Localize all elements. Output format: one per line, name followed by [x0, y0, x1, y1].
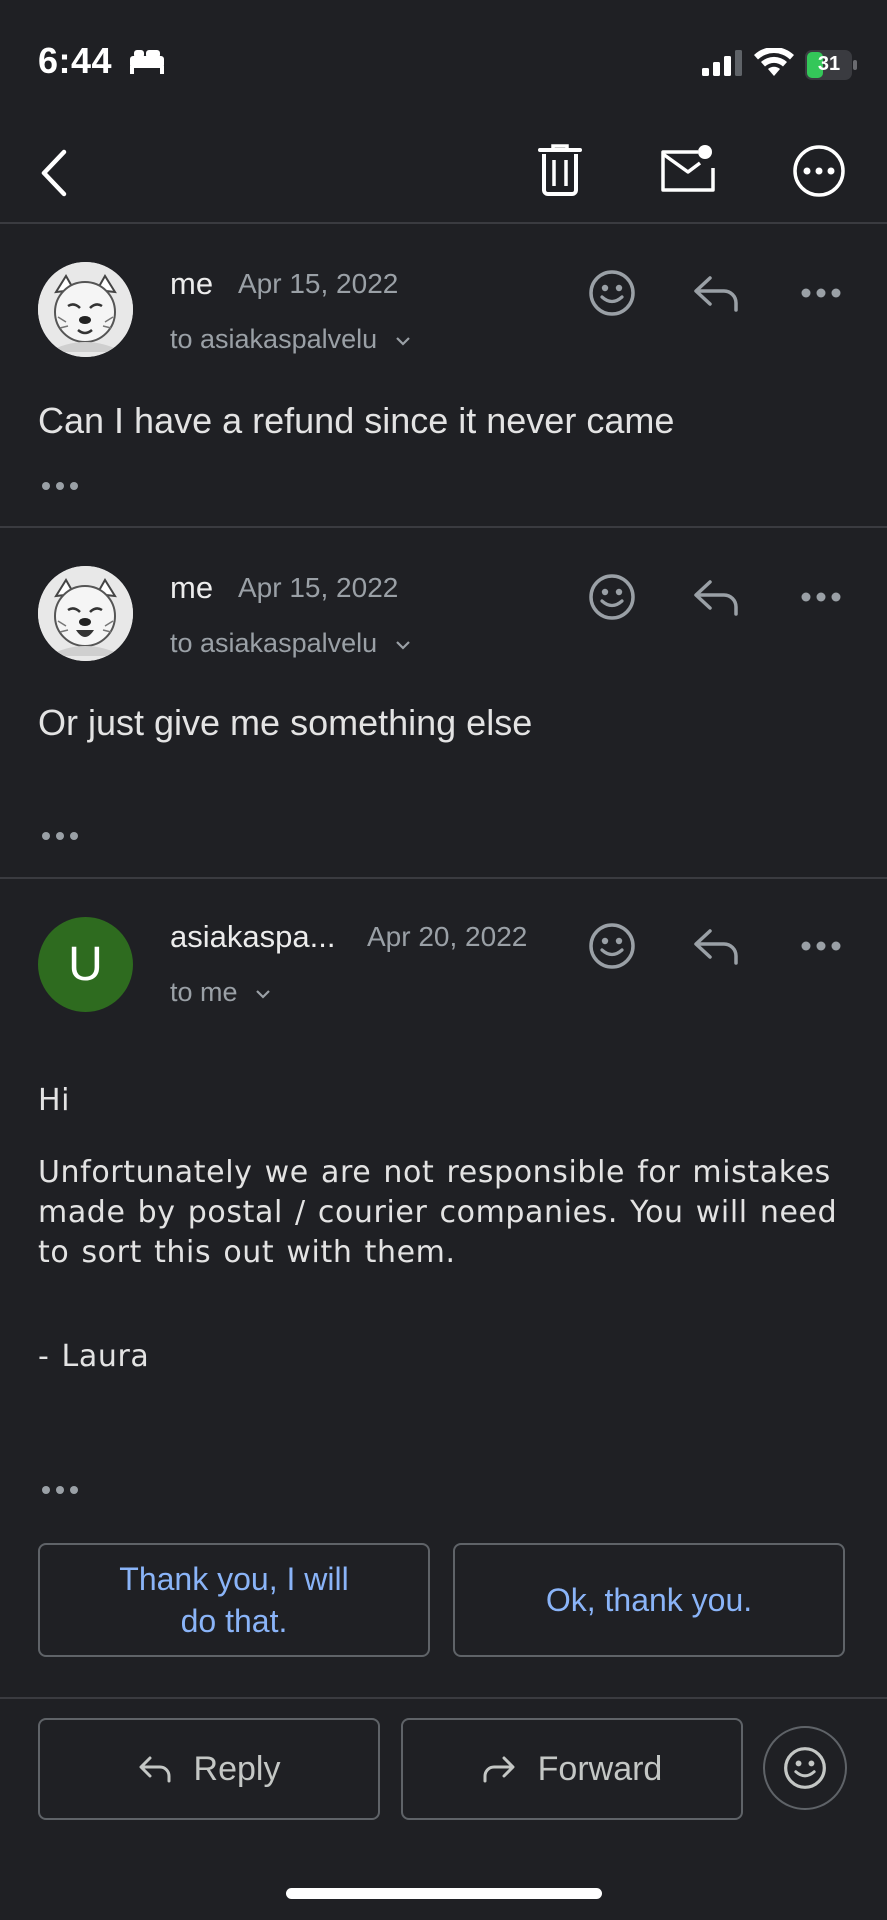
- emoji-reaction-button[interactable]: [763, 1726, 847, 1810]
- actions-divider: [0, 1697, 887, 1699]
- message-body: Unfortunately we are not responsible for…: [38, 1155, 838, 1270]
- message-body: Can I have a refund since it never came: [38, 400, 675, 441]
- chevron-down-icon: [256, 990, 270, 999]
- add-reaction-icon[interactable]: [587, 572, 637, 622]
- message-more-icon[interactable]: [800, 940, 842, 952]
- forward-button[interactable]: Forward: [401, 1718, 743, 1820]
- more-options-icon[interactable]: [792, 144, 846, 198]
- message-body: Or just give me something else: [38, 702, 533, 743]
- message-more-icon[interactable]: [800, 287, 842, 299]
- trash-icon[interactable]: [538, 144, 582, 196]
- reply-icon: [139, 1756, 171, 1783]
- mail-unread-icon[interactable]: [660, 144, 716, 194]
- battery-level: 31: [817, 53, 841, 75]
- message-greeting: Hi: [38, 1083, 71, 1118]
- recipient-label: to asiakaspalvelu: [170, 324, 378, 354]
- chevron-down-icon: [395, 641, 410, 650]
- smart-reply-chip[interactable]: Thank you, I will do that.: [38, 1543, 430, 1657]
- reply-icon[interactable]: [692, 274, 740, 314]
- forward-label: Forward: [537, 1749, 663, 1788]
- recipient-toggle[interactable]: to asiakaspalvelu: [170, 628, 411, 659]
- smart-reply-chip[interactable]: Ok, thank you.: [453, 1543, 845, 1657]
- smiley-icon: [784, 1747, 826, 1789]
- message-item[interactable]: me Apr 15, 2022 to asiakaspalvelu Can I …: [0, 224, 887, 526]
- avatar[interactable]: [38, 262, 133, 357]
- show-trimmed-content-icon[interactable]: [40, 1484, 82, 1496]
- sleep-focus-icon: [130, 50, 164, 74]
- back-chevron-icon[interactable]: [36, 148, 70, 198]
- message-more-icon[interactable]: [800, 591, 842, 603]
- recipient-toggle[interactable]: to me: [170, 977, 271, 1008]
- avatar[interactable]: U: [38, 917, 133, 1012]
- avatar-image-icon: [38, 262, 133, 357]
- show-trimmed-content-icon[interactable]: [40, 480, 82, 492]
- recipient-toggle[interactable]: to asiakaspalvelu: [170, 324, 411, 355]
- reply-label: Reply: [193, 1749, 281, 1788]
- chevron-down-icon: [395, 337, 410, 346]
- add-reaction-icon[interactable]: [587, 921, 637, 971]
- message-item[interactable]: me Apr 15, 2022 to asiakaspalvelu Or jus…: [0, 528, 887, 877]
- reply-icon[interactable]: [692, 927, 740, 967]
- reply-button[interactable]: Reply: [38, 1718, 380, 1820]
- sender-name: me: [170, 266, 214, 301]
- home-indicator: [286, 1888, 602, 1899]
- status-bar: 6:44 31: [0, 0, 887, 120]
- message-date: Apr 15, 2022: [238, 268, 399, 299]
- message-date: Apr 20, 2022: [367, 921, 528, 952]
- recipient-label: to asiakaspalvelu: [170, 628, 378, 658]
- recipient-label: to me: [170, 977, 238, 1007]
- show-trimmed-content-icon[interactable]: [40, 830, 82, 842]
- add-reaction-icon[interactable]: [587, 268, 637, 318]
- status-time: 6:44: [38, 40, 113, 81]
- avatar-image-icon: [38, 566, 133, 661]
- wifi-icon: [754, 48, 794, 76]
- sender-name: me: [170, 570, 214, 605]
- avatar[interactable]: [38, 566, 133, 661]
- email-toolbar: [0, 120, 887, 223]
- message-date: Apr 15, 2022: [238, 572, 399, 603]
- sender-name: asiakaspa...: [170, 919, 336, 954]
- cellular-signal-icon: [702, 50, 742, 76]
- forward-icon: [483, 1756, 515, 1783]
- reply-icon[interactable]: [692, 578, 740, 618]
- message-signature: - Laura: [38, 1339, 150, 1374]
